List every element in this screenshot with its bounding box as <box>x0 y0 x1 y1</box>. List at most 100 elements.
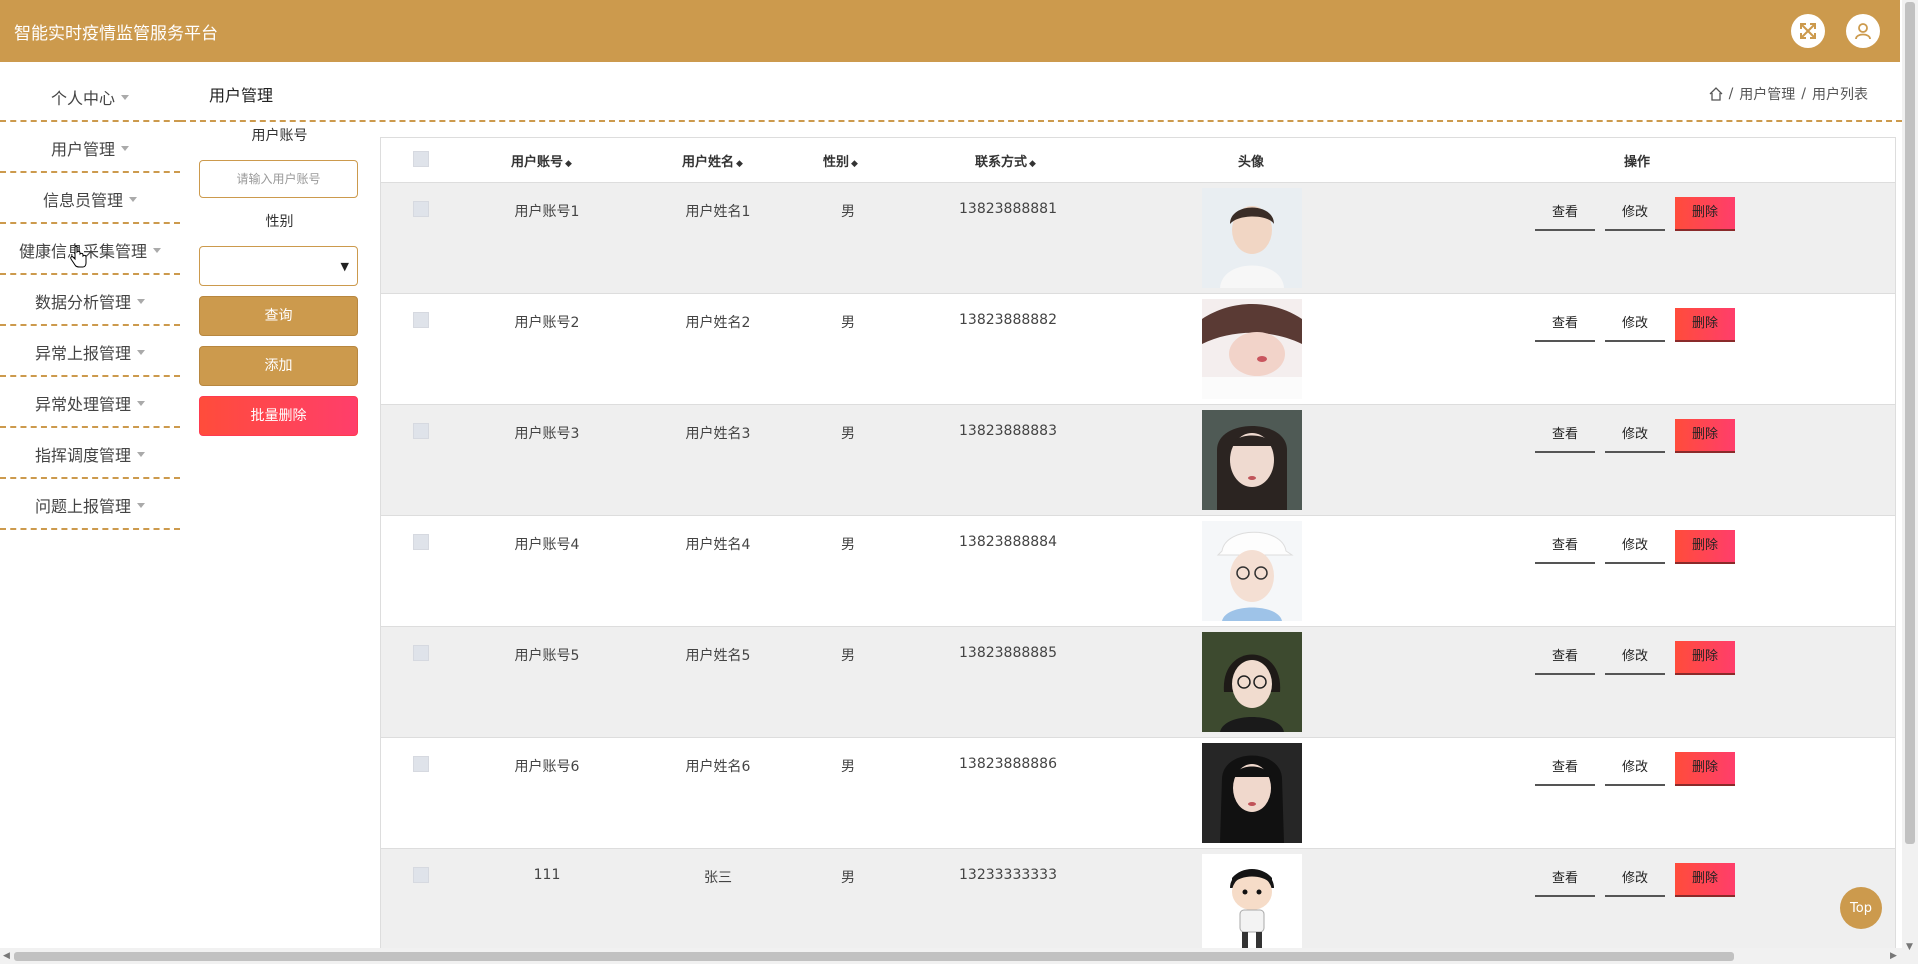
edit-button[interactable]: 修改 <box>1605 752 1665 786</box>
cell-gender: 男 <box>841 537 855 553</box>
cell-name: 用户姓名5 <box>685 648 751 664</box>
sort-icon: ◆ <box>1029 159 1036 169</box>
view-button[interactable]: 查看 <box>1535 308 1595 342</box>
sidebar-item-personal-center[interactable]: 个人中心 <box>0 74 180 122</box>
scroll-down-arrow-icon[interactable]: ▼ <box>1906 942 1913 952</box>
avatar-image <box>1202 743 1302 843</box>
delete-button[interactable]: 删除 <box>1675 752 1735 786</box>
edit-button[interactable]: 修改 <box>1605 308 1665 342</box>
edit-button[interactable]: 修改 <box>1605 863 1665 897</box>
cell-account: 用户账号3 <box>514 426 580 442</box>
delete-button[interactable]: 删除 <box>1675 863 1735 897</box>
sidebar-item-informant-management[interactable]: 信息员管理 <box>0 176 180 224</box>
sidebar-item-anomaly-handling[interactable]: 异常处理管理 <box>0 380 180 428</box>
cell-account: 用户账号1 <box>514 204 580 220</box>
column-header-gender[interactable]: 性别 ◆ <box>823 151 858 170</box>
row-checkbox[interactable] <box>413 312 429 328</box>
table-row: 用户账号1 用户姓名1 男 13823888881 查看 修改 删除 <box>381 183 1895 294</box>
cell-phone: 13823888883 <box>959 423 1057 439</box>
delete-button[interactable]: 删除 <box>1675 419 1735 453</box>
home-icon[interactable] <box>1709 87 1723 101</box>
table-row: 用户账号5 用户姓名5 男 13823888885 查看 修改 删除 <box>381 627 1895 738</box>
edit-button[interactable]: 修改 <box>1605 641 1665 675</box>
edit-button[interactable]: 修改 <box>1605 197 1665 231</box>
caret-down-icon <box>121 145 129 151</box>
breadcrumb-separator: / <box>1801 86 1806 102</box>
view-button[interactable]: 查看 <box>1535 863 1595 897</box>
cell-account: 111 <box>533 867 561 883</box>
cell-name: 用户姓名6 <box>685 759 751 775</box>
column-header-name[interactable]: 用户姓名 ◆ <box>682 151 743 170</box>
row-checkbox[interactable] <box>413 867 429 883</box>
batch-delete-button[interactable]: 批量删除 <box>199 396 358 436</box>
query-button[interactable]: 查询 <box>199 296 358 336</box>
cell-gender: 男 <box>841 204 855 220</box>
horizontal-scrollbar[interactable]: ◀ ▶ <box>0 948 1902 964</box>
delete-button[interactable]: 删除 <box>1675 641 1735 675</box>
row-checkbox[interactable] <box>413 756 429 772</box>
avatar-image <box>1202 188 1302 288</box>
avatar-image <box>1202 854 1302 954</box>
gender-select[interactable]: ▼ <box>199 246 358 286</box>
user-table: 用户账号 ◆ 用户姓名 ◆ 性别 ◆ 联系方式 ◆ 头像 操作 用户账号1 用户姓名1 … <box>380 137 1896 961</box>
delete-button[interactable]: 删除 <box>1675 530 1735 564</box>
header-divider <box>180 120 1902 122</box>
sidebar-item-user-management[interactable]: 用户管理 <box>0 125 180 173</box>
row-checkbox[interactable] <box>413 645 429 661</box>
cell-phone: 13823888882 <box>959 312 1057 328</box>
cell-gender: 男 <box>841 426 855 442</box>
view-button[interactable]: 查看 <box>1535 641 1595 675</box>
caret-down-icon <box>129 196 137 202</box>
breadcrumb-user-management[interactable]: 用户管理 <box>1739 84 1795 104</box>
vertical-scrollbar-thumb[interactable] <box>1905 2 1915 844</box>
delete-button[interactable]: 删除 <box>1675 197 1735 231</box>
view-button[interactable]: 查看 <box>1535 530 1595 564</box>
filter-panel: 用户账号 性别 ▼ 查询 添加 批量删除 <box>199 124 360 436</box>
breadcrumb-separator: / <box>1728 86 1734 102</box>
app-title: 智能实时疫情监管服务平台 <box>14 24 218 44</box>
table-header: 用户账号 ◆ 用户姓名 ◆ 性别 ◆ 联系方式 ◆ 头像 操作 <box>381 138 1895 183</box>
row-checkbox[interactable] <box>413 423 429 439</box>
horizontal-scrollbar-thumb[interactable] <box>14 952 1734 961</box>
cell-account: 用户账号4 <box>514 537 580 553</box>
caret-down-icon <box>137 451 145 457</box>
sidebar-item-health-info[interactable]: 健康信息采集管理 <box>0 227 180 275</box>
table-row: 用户账号3 用户姓名3 男 13823888883 查看 修改 删除 <box>381 405 1895 516</box>
hand-cursor-icon <box>70 246 87 268</box>
sidebar-item-data-analysis[interactable]: 数据分析管理 <box>0 278 180 326</box>
cell-account: 用户账号2 <box>514 315 580 331</box>
table-row: 111 张三 男 13233333333 查看 修改 删除 <box>381 849 1895 960</box>
view-button[interactable]: 查看 <box>1535 419 1595 453</box>
fullscreen-button[interactable] <box>1791 14 1825 48</box>
add-button[interactable]: 添加 <box>199 346 358 386</box>
cell-name: 用户姓名3 <box>685 426 751 442</box>
caret-down-icon <box>121 94 129 100</box>
scroll-right-arrow-icon[interactable]: ▶ <box>1890 951 1897 961</box>
edit-button[interactable]: 修改 <box>1605 419 1665 453</box>
row-checkbox[interactable] <box>413 201 429 217</box>
breadcrumb: / 用户管理 / 用户列表 <box>1709 84 1868 104</box>
row-checkbox[interactable] <box>413 534 429 550</box>
sort-icon: ◆ <box>851 159 858 169</box>
vertical-scrollbar[interactable]: ▼ <box>1902 0 1918 964</box>
column-header-phone[interactable]: 联系方式 ◆ <box>975 151 1036 170</box>
account-search-input[interactable] <box>199 160 358 198</box>
expand-icon <box>1800 23 1816 39</box>
sidebar-item-command-dispatch[interactable]: 指挥调度管理 <box>0 431 180 479</box>
view-button[interactable]: 查看 <box>1535 197 1595 231</box>
sidebar-item-anomaly-report[interactable]: 异常上报管理 <box>0 329 180 377</box>
table-row: 用户账号4 用户姓名4 男 13823888884 查看 修改 删除 <box>381 516 1895 627</box>
scroll-left-arrow-icon[interactable]: ◀ <box>3 951 10 961</box>
cell-phone: 13823888881 <box>959 201 1057 217</box>
sidebar-item-issue-report[interactable]: 问题上报管理 <box>0 482 180 530</box>
select-all-checkbox[interactable] <box>413 151 429 167</box>
back-to-top-button[interactable]: Top <box>1840 887 1882 929</box>
delete-button[interactable]: 删除 <box>1675 308 1735 342</box>
avatar-image <box>1202 299 1302 399</box>
avatar-image <box>1202 410 1302 510</box>
edit-button[interactable]: 修改 <box>1605 530 1665 564</box>
view-button[interactable]: 查看 <box>1535 752 1595 786</box>
cell-name: 用户姓名1 <box>685 204 751 220</box>
user-button[interactable] <box>1846 14 1880 48</box>
column-header-account[interactable]: 用户账号 ◆ <box>511 151 572 170</box>
